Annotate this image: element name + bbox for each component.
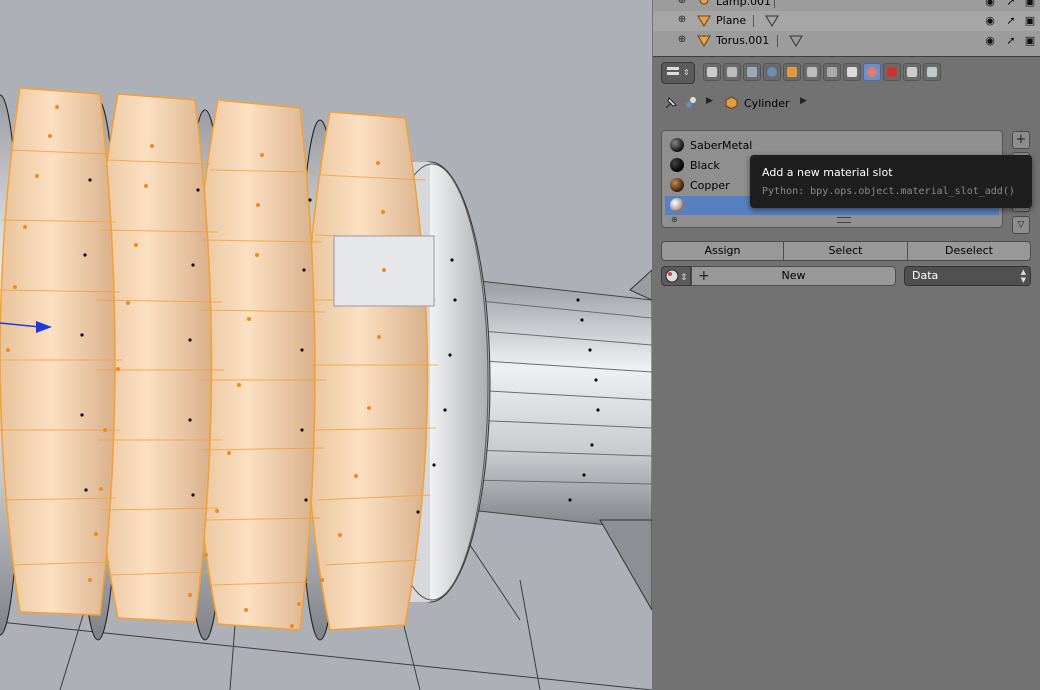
outliner-row-torus[interactable]: ⊕ Torus.001 ◉ ➚ ▣ (653, 31, 1040, 51)
constraints-icon[interactable] (803, 63, 821, 81)
physics-icon[interactable] (923, 63, 941, 81)
expand-icon[interactable]: ⊕ (677, 35, 687, 45)
dropdown-arrows-icon: ▲ ▼ (1020, 268, 1026, 284)
object-icon[interactable] (783, 63, 801, 81)
assign-button[interactable]: Assign (661, 241, 784, 261)
pin-icon[interactable] (663, 95, 679, 111)
texture-icon[interactable] (883, 63, 901, 81)
material-preview-icon (670, 178, 684, 192)
new-material-button[interactable]: + New (691, 266, 896, 286)
separator (777, 35, 778, 47)
cylinder-shaft (469, 269, 652, 611)
material-slot-name: Copper (690, 179, 730, 192)
slot-actions: Assign Select Deselect (661, 241, 1031, 261)
material-sphere-icon: ⇕ (665, 269, 688, 283)
separator (774, 0, 775, 8)
selectable-cursor-icon[interactable]: ➚ (1004, 0, 1018, 9)
context-object-name: Cylinder (744, 97, 790, 110)
expand-icon[interactable]: ⊕ (677, 0, 687, 6)
viewport-canvas[interactable] (0, 0, 652, 690)
tooltip-python: Python: bpy.ops.object.material_slot_add… (762, 186, 1015, 197)
scene-icon[interactable] (743, 63, 761, 81)
render-camera-icon[interactable]: ▣ (1023, 34, 1037, 48)
svg-text:⇕: ⇕ (683, 68, 690, 77)
material-preview-icon (670, 138, 684, 152)
expand-icon[interactable]: ⊕ (677, 15, 687, 25)
properties-panel: ⊕ Lamp.001 ◉ ➚ ▣ ⊕ Plane ◉ ➚ ▣ ⊕ Torus.0… (653, 0, 1040, 690)
material-preview-icon (670, 158, 684, 172)
chevron-right-icon: ▶ (800, 96, 807, 106)
tooltip-title: Add a new material slot (762, 166, 893, 179)
chevron-right-icon: ▶ (706, 96, 713, 106)
data-icon[interactable] (843, 63, 861, 81)
render-layers-icon[interactable] (723, 63, 741, 81)
object-cube-icon (725, 96, 738, 109)
outliner-item-name: Torus.001 (716, 34, 770, 47)
material-icon[interactable] (863, 63, 881, 81)
separator (753, 15, 754, 27)
properties-header: ⇕ (653, 58, 1040, 86)
editor-type-menu[interactable]: ⇕ (661, 62, 695, 84)
mesh-object-icon (697, 15, 711, 27)
editor-type-icon: ⇕ (667, 67, 690, 77)
render-camera-icon[interactable]: ▣ (1023, 14, 1037, 28)
deselect-button[interactable]: Deselect (907, 241, 1031, 261)
visibility-eye-icon[interactable]: ◉ (983, 34, 997, 48)
scene-object-icon (686, 97, 696, 108)
mesh-object-icon (697, 35, 711, 47)
empty-material-icon (670, 198, 684, 212)
svg-text:⇕: ⇕ (680, 273, 688, 283)
selectable-cursor-icon[interactable]: ➚ (1004, 34, 1018, 48)
selectable-cursor-icon[interactable]: ➚ (1004, 14, 1018, 28)
outliner-item-name: Lamp.001 (716, 0, 772, 8)
context-path: ▶ Cylinder ▶ (653, 92, 1040, 116)
select-button[interactable]: Select (783, 241, 908, 261)
material-slot-name: SaberMetal (690, 139, 753, 152)
3d-viewport[interactable] (0, 0, 652, 690)
material-slot[interactable]: SaberMetal (665, 136, 999, 155)
world-icon[interactable] (763, 63, 781, 81)
outliner[interactable]: ⊕ Lamp.001 ◉ ➚ ▣ ⊕ Plane ◉ ➚ ▣ ⊕ Torus.0… (653, 0, 1040, 57)
material-datablock-row: ⇕ + New Data ▲ ▼ (661, 266, 1031, 286)
lamp-icon (699, 0, 709, 5)
list-filter-icon[interactable]: ⊕ (671, 215, 678, 224)
visibility-eye-icon[interactable]: ◉ (983, 0, 997, 9)
tooltip: Add a new material slot Python: bpy.ops.… (750, 155, 1032, 208)
mesh-data-icon[interactable] (789, 34, 803, 48)
outliner-row-plane[interactable]: ⊕ Plane ◉ ➚ ▣ (653, 11, 1040, 31)
new-button-label: New (781, 269, 806, 282)
outliner-item-name: Plane (716, 14, 747, 27)
browse-material-button[interactable]: ⇕ (661, 266, 691, 286)
mesh-data-icon[interactable] (765, 14, 779, 28)
particles-icon[interactable] (903, 63, 921, 81)
render-icon[interactable] (703, 63, 721, 81)
list-resize-grip[interactable] (837, 217, 851, 223)
add-material-slot-button[interactable]: + (1012, 131, 1030, 149)
material-slot-name: Black (690, 159, 720, 172)
move-slot-down-button[interactable]: ▽ (1012, 216, 1030, 234)
visibility-eye-icon[interactable]: ◉ (983, 14, 997, 28)
selected-rings (0, 87, 429, 631)
render-camera-icon[interactable]: ▣ (1023, 0, 1037, 9)
modifiers-icon[interactable] (823, 63, 841, 81)
link-data-dropdown[interactable]: Data ▲ ▼ (904, 266, 1031, 286)
link-dropdown-value: Data (912, 269, 939, 282)
